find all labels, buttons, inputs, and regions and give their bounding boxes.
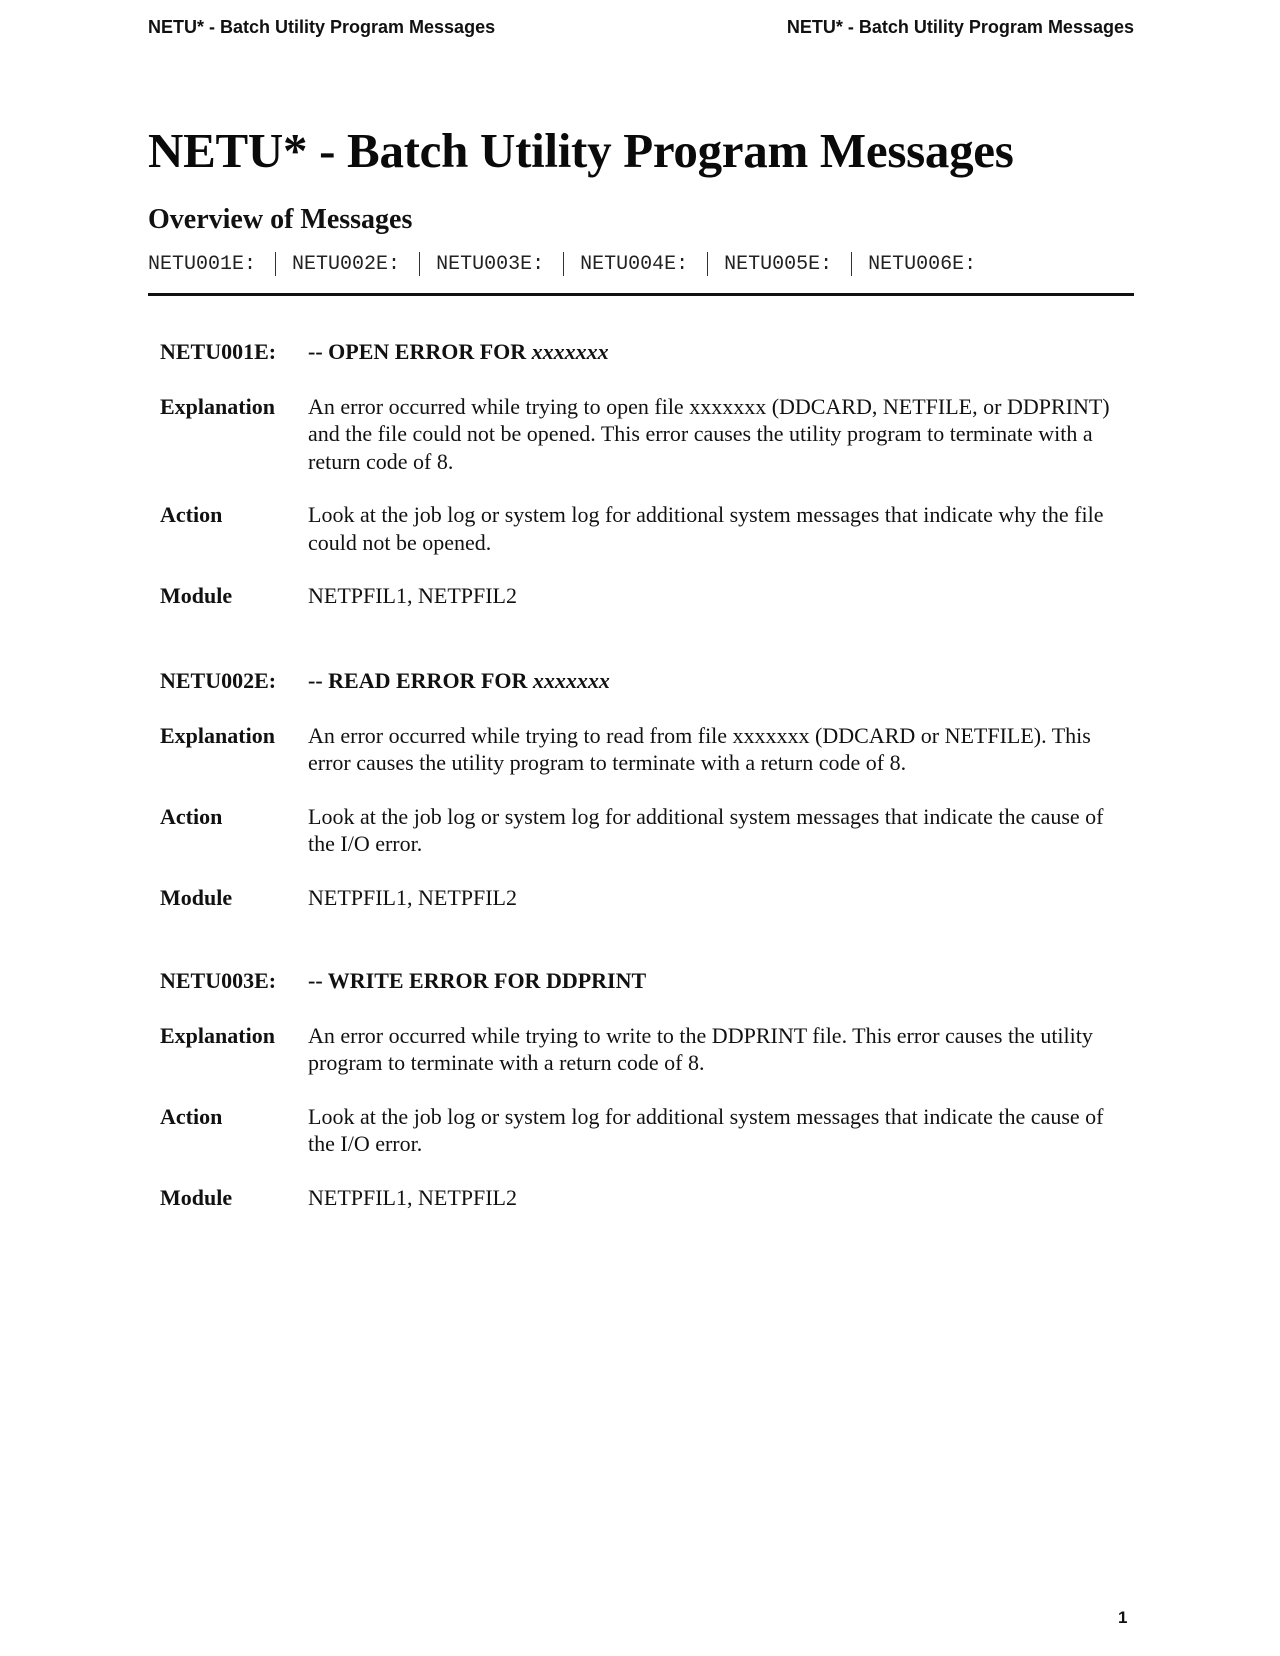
action-row: Action Look at the job log or system log… [160, 501, 1120, 556]
action-label: Action [160, 502, 223, 527]
module-text: NETPFIL1, NETPFIL2 [308, 884, 517, 910]
horizontal-rule [148, 293, 1134, 296]
page-title: NETU* - Batch Utility Program Messages [148, 123, 1014, 178]
message-text: -- READ ERROR FOR xxxxxxx [308, 667, 610, 695]
message-text: -- WRITE ERROR FOR DDPRINT [308, 967, 646, 995]
explanation-text: An error occurred while trying to open f… [308, 393, 1110, 474]
explanation-label: Explanation [160, 722, 275, 748]
separator [851, 252, 853, 276]
message-text: -- OPEN ERROR FOR xxxxxxx [308, 338, 609, 366]
message-title: -- WRITE ERROR FOR DDPRINT [308, 968, 647, 993]
message-param: xxxxxxx [532, 668, 610, 693]
explanation-label: Explanation [160, 1022, 275, 1048]
overview-link-netu004e[interactable]: NETU004E: [580, 253, 688, 276]
running-header: NETU* - Batch Utility Program Messages N… [148, 17, 1134, 41]
module-text: NETPFIL1, NETPFIL2 [308, 1184, 517, 1210]
overview-links: NETU001E: NETU002E: NETU003E: NETU004E: … [148, 252, 976, 276]
running-header-right: NETU* - Batch Utility Program Messages [786, 17, 1134, 37]
action-label: Action [160, 803, 223, 829]
message-title: -- OPEN ERROR FOR [308, 339, 532, 364]
running-header-left: NETU* - Batch Utility Program Messages [148, 17, 496, 37]
message-block-netu003e: NETU003E: -- WRITE ERROR FOR DDPRINT Exp… [160, 967, 1120, 1211]
module-label: Module [160, 884, 233, 910]
overview-link-netu002e[interactable]: NETU002E: [292, 253, 400, 276]
message-code: NETU002E: [160, 668, 277, 693]
message-title: -- READ ERROR FOR [308, 668, 533, 693]
message-header: NETU001E: -- OPEN ERROR FOR xxxxxxx [160, 338, 1120, 366]
separator [275, 252, 277, 276]
action-row: Action Look at the job log or system log… [160, 1103, 1120, 1158]
action-text: Look at the job log or system log for ad… [308, 502, 1104, 555]
explanation-label: Explanation [160, 393, 275, 419]
explanation-text: An error occurred while trying to write … [308, 1022, 1093, 1076]
message-block-netu002e: NETU002E: -- READ ERROR FOR xxxxxxx Expl… [160, 667, 1120, 911]
separator [419, 252, 421, 276]
message-param: xxxxxxx [531, 339, 609, 364]
message-header: NETU002E: -- READ ERROR FOR xxxxxxx [160, 667, 1120, 695]
overview-link-netu005e[interactable]: NETU005E: [724, 253, 832, 276]
module-label: Module [160, 583, 233, 608]
action-text: Look at the job log or system log for ad… [308, 1103, 1104, 1157]
explanation-row: Explanation An error occurred while tryi… [160, 722, 1120, 777]
module-row: Module NETPFIL1, NETPFIL2 [160, 884, 1120, 912]
separator [563, 252, 565, 276]
module-row: Module NETPFIL1, NETPFIL2 [160, 582, 1120, 610]
module-text: NETPFIL1, NETPFIL2 [308, 583, 517, 608]
message-code: NETU003E: [160, 968, 277, 993]
separator [707, 252, 709, 276]
module-row: Module NETPFIL1, NETPFIL2 [160, 1184, 1120, 1212]
message-block-netu001e: NETU001E: -- OPEN ERROR FOR xxxxxxx Expl… [160, 338, 1120, 610]
action-row: Action Look at the job log or system log… [160, 803, 1120, 858]
page-number: 1 [1118, 1608, 1128, 1627]
overview-link-netu001e[interactable]: NETU001E: [148, 253, 256, 276]
explanation-text: An error occurred while trying to read f… [308, 722, 1091, 776]
message-header: NETU003E: -- WRITE ERROR FOR DDPRINT [160, 967, 1120, 995]
explanation-row: Explanation An error occurred while tryi… [160, 393, 1120, 476]
action-text: Look at the job log or system log for ad… [308, 803, 1104, 857]
module-label: Module [160, 1184, 233, 1210]
explanation-row: Explanation An error occurred while tryi… [160, 1022, 1120, 1077]
overview-heading: Overview of Messages [148, 204, 413, 235]
action-label: Action [160, 1103, 223, 1129]
overview-link-netu006e[interactable]: NETU006E: [868, 253, 976, 276]
message-code: NETU001E: [160, 339, 277, 364]
overview-link-netu003e[interactable]: NETU003E: [436, 253, 544, 276]
